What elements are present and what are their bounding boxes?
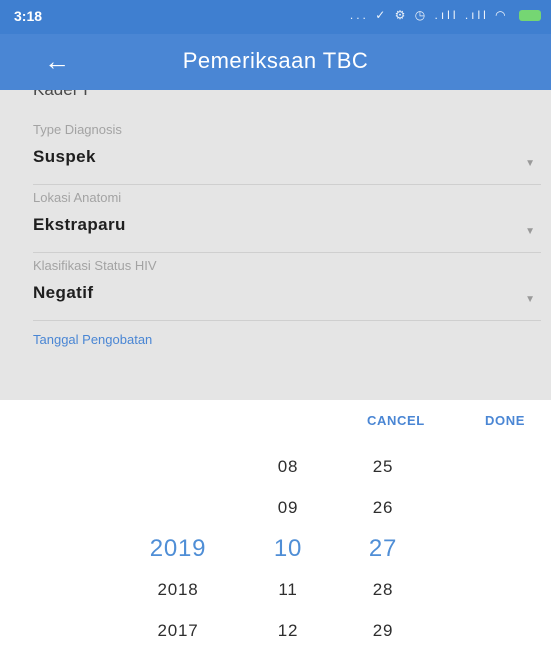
dropdown-arrow-icon: ▼ bbox=[525, 294, 535, 305]
field-underline bbox=[33, 184, 541, 185]
day-column[interactable]: 25 26 27 28 29 bbox=[343, 446, 423, 651]
done-button[interactable]: DONE bbox=[485, 413, 525, 428]
month-item[interactable]: 09 bbox=[248, 487, 328, 528]
type-diagnosis-field[interactable]: Type Diagnosis Suspek ▼ bbox=[33, 122, 541, 185]
dropdown-arrow-icon: ▼ bbox=[525, 226, 535, 237]
page-title: Pemeriksaan TBC bbox=[182, 48, 369, 73]
month-item[interactable]: 11 bbox=[248, 569, 328, 610]
date-picker: CANCEL DONE 2019 2018 2017 08 09 10 11 1… bbox=[0, 400, 551, 644]
day-item[interactable]: 29 bbox=[343, 610, 423, 651]
field-label: Lokasi Anatomi bbox=[33, 190, 122, 205]
dropdown-arrow-icon: ▼ bbox=[525, 158, 535, 169]
field-value: Negatif bbox=[33, 283, 94, 302]
form-area: Kader I Type Diagnosis Suspek ▼ Lokasi A… bbox=[0, 90, 551, 400]
field-label: Klasifikasi Status HIV bbox=[33, 258, 157, 273]
battery-icon bbox=[519, 10, 541, 22]
year-item-selected[interactable]: 2019 bbox=[138, 528, 218, 569]
field-underline bbox=[33, 252, 541, 253]
year-item[interactable]: 2018 bbox=[138, 569, 218, 610]
field-label: Type Diagnosis bbox=[33, 122, 122, 137]
tanggal-pengobatan-link[interactable]: Tanggal Pengobatan bbox=[33, 332, 152, 347]
month-item[interactable]: 08 bbox=[248, 446, 328, 487]
year-item[interactable] bbox=[138, 446, 218, 487]
status-icons: ... ✓ ⚙ ◷ .ıll .ıll ◠ bbox=[350, 8, 541, 22]
year-column[interactable]: 2019 2018 2017 bbox=[138, 446, 218, 651]
month-item[interactable]: 12 bbox=[248, 610, 328, 651]
field-value: Suspek bbox=[33, 147, 96, 166]
field-underline bbox=[33, 320, 541, 321]
notification-icons: ... ✓ ⚙ ◷ .ıll .ıll ◠ bbox=[349, 8, 509, 22]
month-column[interactable]: 08 09 10 11 12 bbox=[248, 446, 328, 651]
year-item[interactable] bbox=[138, 487, 218, 528]
status-bar: 3:18 ... ✓ ⚙ ◷ .ıll .ıll ◠ bbox=[0, 0, 551, 34]
lokasi-anatomi-field[interactable]: Lokasi Anatomi Ekstraparu ▼ bbox=[33, 190, 541, 253]
day-item-selected[interactable]: 27 bbox=[343, 528, 423, 569]
day-item[interactable]: 25 bbox=[343, 446, 423, 487]
cancel-button[interactable]: CANCEL bbox=[367, 413, 425, 428]
field-value: Ekstraparu bbox=[33, 215, 126, 234]
year-item[interactable]: 2017 bbox=[138, 610, 218, 651]
month-item-selected[interactable]: 10 bbox=[248, 528, 328, 569]
day-item[interactable]: 26 bbox=[343, 487, 423, 528]
status-time: 3:18 bbox=[14, 8, 43, 24]
status-hiv-field[interactable]: Klasifikasi Status HIV Negatif ▼ bbox=[33, 258, 541, 321]
day-item[interactable]: 28 bbox=[343, 569, 423, 610]
clipped-field-value: Kader I bbox=[33, 90, 88, 100]
app-bar: ← Pemeriksaan TBC bbox=[0, 34, 551, 90]
